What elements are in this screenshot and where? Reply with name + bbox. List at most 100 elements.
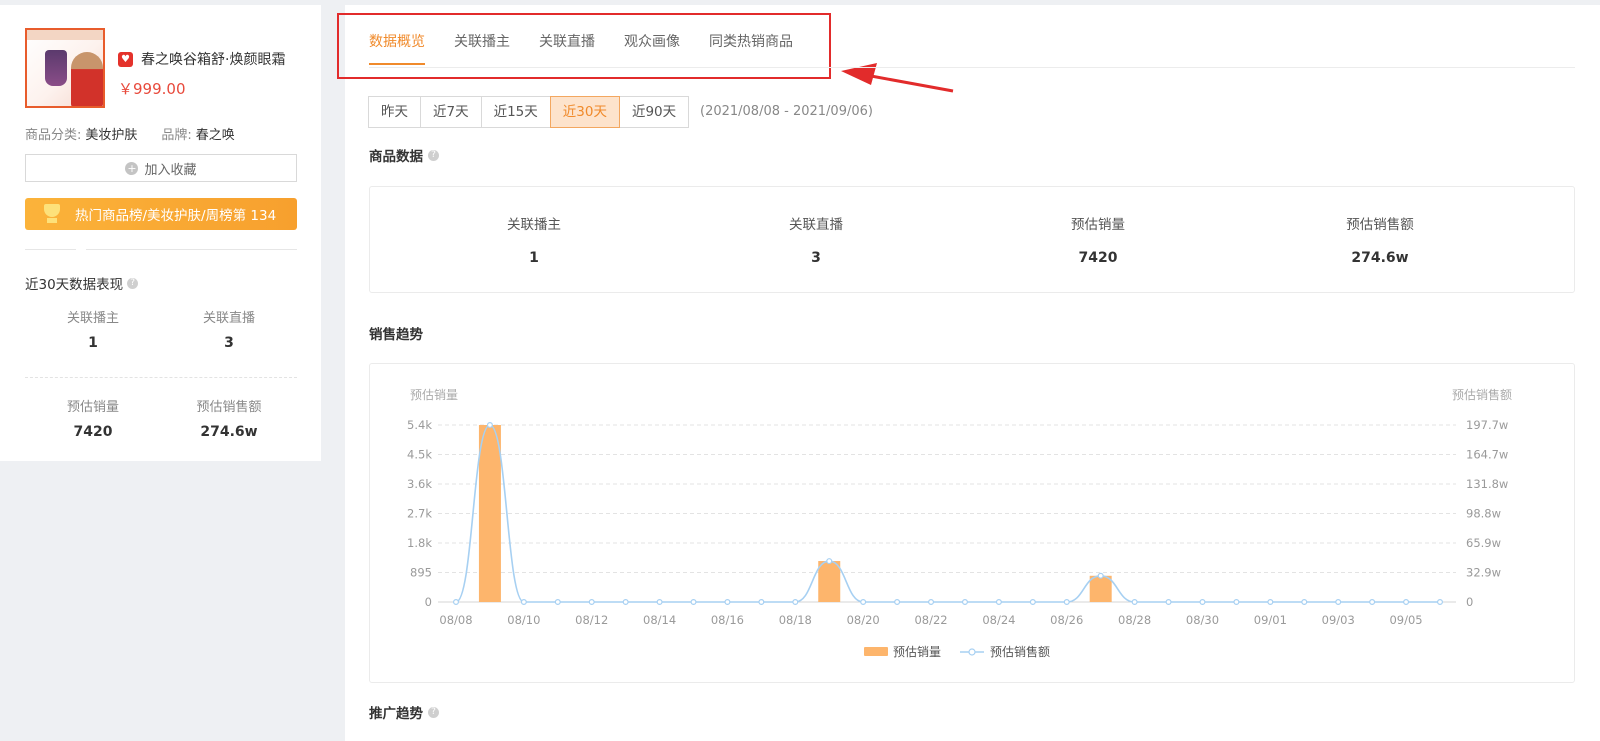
sidebar-stats-title-text: 近30天数据表现 [25,277,124,293]
x-tick-label: 08/22 [914,613,947,627]
tab-overview[interactable]: 数据概览 [369,31,425,65]
y2-tick-label: 32.9w [1466,566,1501,580]
product-meta: 商品分类: 美妆护肤 品牌: 春之唤 [25,124,235,143]
promo-trend-title-text: 推广趋势 [369,706,423,722]
tab-audience[interactable]: 观众画像 [624,31,680,65]
douyin-badge-icon: ♥ [118,51,133,67]
x-tick-label: 08/30 [1186,613,1219,627]
rank-banner[interactable]: 热门商品榜/美妆护肤/周榜第 134 [25,198,297,230]
date-filter-group: 昨天 近7天 近15天 近30天 近90天 [368,96,690,128]
tab-underline [369,67,1575,68]
legend-line-point [968,648,976,656]
x-tick-label: 08/24 [982,613,1015,627]
stat-lives: 关联直播 3 [672,213,960,266]
help-icon[interactable]: ? [428,706,439,718]
revenue-point [1335,599,1342,606]
stats-divider [25,377,297,378]
thumbnail-banner [27,30,103,40]
date-range: (2021/08/08 - 2021/09/06) [700,104,873,119]
brand-value: 春之唤 [195,128,235,143]
x-tick-label: 08/08 [439,613,472,627]
revenue-point [792,599,799,606]
stat-label: 关联播主 [66,311,119,326]
revenue-point [690,599,697,606]
date-filter-90d[interactable]: 近90天 [618,96,690,128]
sidebar-stat-sales: 预估销量 7420 [33,396,153,440]
stat-value: 7420 [73,424,113,440]
tab-similar-products[interactable]: 同类热销商品 [709,31,793,65]
brand-label: 品牌: [161,128,192,143]
y-tick-label: 895 [410,566,432,580]
revenue-point [724,599,731,606]
y2-tick-label: 131.8w [1466,477,1508,491]
revenue-point [1267,599,1274,606]
y-tick-label: 1.8k [407,536,432,550]
x-tick-label: 08/12 [575,613,608,627]
revenue-point [995,599,1002,606]
y-tick-label: 5.4k [407,418,432,432]
revenue-point [452,599,459,606]
stat-value: 3 [224,335,234,351]
revenue-point [860,599,867,606]
y2-axis-title: 预估销售额 [1452,387,1512,402]
date-filter-yesterday[interactable]: 昨天 [368,96,421,128]
promo-trend-title: 推广趋势 ? [369,702,439,722]
stat-value: 7420 [1078,250,1118,266]
revenue-point [826,558,833,565]
sidebar-stat-revenue: 预估销售额 274.6w [169,396,289,440]
stat-revenue: 预估销售额 274.6w [1236,213,1524,266]
brand-meta: 品牌: 春之唤 [161,124,234,143]
revenue-point [588,599,595,606]
y-tick-label: 3.6k [407,477,432,491]
product-price: ￥999.00 [118,80,186,98]
add-favorite-button[interactable]: + 加入收藏 [25,154,297,182]
add-favorite-label: 加入收藏 [144,162,197,178]
stat-label: 预估销售额 [196,400,262,415]
revenue-point [1199,599,1206,606]
revenue-point [622,599,629,606]
y2-tick-label: 0 [1466,595,1473,609]
stat-label: 关联直播 [789,217,843,233]
stat-label: 关联直播 [202,311,255,326]
y-tick-label: 4.5k [407,448,432,462]
stat-value: 274.6w [1351,250,1409,266]
x-tick-label: 09/01 [1254,613,1287,627]
date-filter-7d[interactable]: 近7天 [420,96,482,128]
y2-tick-label: 98.8w [1466,507,1501,521]
revenue-point [961,599,968,606]
tab-lives[interactable]: 关联直播 [539,31,595,65]
thumbnail-bottle-image [45,50,67,86]
date-filter-30d[interactable]: 近30天 [549,96,620,128]
help-icon[interactable]: ? [127,277,139,289]
revenue-point [1233,599,1240,606]
stat-value: 3 [811,250,821,266]
plus-circle-icon: + [125,161,139,175]
stat-label: 预估销售额 [1346,217,1414,233]
product-name[interactable]: 春之唤谷箱舒·焕颜眼霜 [141,49,285,69]
sales-trend-title: 销售趋势 [369,327,423,343]
y-axis-title: 预估销量 [410,388,458,402]
x-tick-label: 08/10 [507,613,540,627]
revenue-point [656,599,663,606]
trophy-icon [41,203,63,225]
help-icon[interactable]: ? [428,149,439,161]
product-data-title-text: 商品数据 [369,149,423,165]
revenue-point [1369,599,1376,606]
date-filter-15d[interactable]: 近15天 [480,96,551,128]
product-thumbnail[interactable] [25,28,105,108]
revenue-point [894,599,901,606]
revenue-point [928,599,935,606]
tab-anchors[interactable]: 关联播主 [454,31,510,65]
product-title-row: ♥ 春之唤谷箱舒·焕颜眼霜 [118,49,285,69]
stat-sales: 预估销量 7420 [954,213,1242,266]
category-label: 商品分类: [25,128,82,143]
revenue-point [486,421,493,428]
stat-value: 1 [88,335,98,351]
divider-left [25,249,76,250]
sidebar-stat-lives: 关联直播 3 [169,307,289,351]
revenue-point [554,599,561,606]
x-tick-label: 08/14 [643,613,676,627]
revenue-point [1029,599,1036,606]
x-tick-label: 08/18 [779,613,812,627]
legend-line-label: 预估销售额 [990,644,1050,659]
